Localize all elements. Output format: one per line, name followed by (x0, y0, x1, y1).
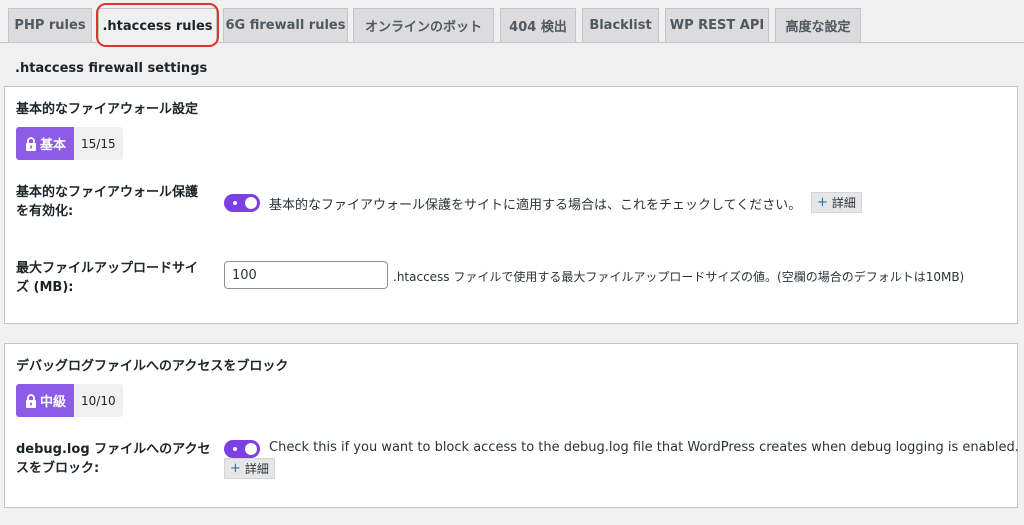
label-line-1: 基本的なファイアウォール保護 (16, 185, 199, 200)
toggle-on-mark (233, 447, 237, 451)
plus-icon: + (230, 461, 241, 476)
label-line-2: スをブロック: (16, 461, 100, 476)
lock-icon (26, 136, 36, 151)
active-tab-highlight (96, 3, 219, 47)
section-title: .htaccess firewall settings (15, 61, 208, 76)
panel-title: デバッグログファイルへのアクセスをブロック (16, 359, 289, 374)
tab-php-rules[interactable]: PHP rules (8, 8, 92, 42)
label-line-2: を有効化: (16, 204, 74, 219)
more-info-label: 詳細 (831, 196, 856, 210)
panel-basic-firewall: 基本的なファイアウォール設定 基本 15/15 基本的なファイアウォール保護 を… (4, 86, 1018, 324)
block-debug-log-label: debug.log ファイルへのアクセ スをブロック: (16, 440, 211, 478)
level-count: 10/10 (74, 384, 123, 417)
more-info-label: 詳細 (244, 462, 269, 476)
panel-block-debug-log: デバッグログファイルへのアクセスをブロック 中級 10/10 debug.log… (4, 343, 1019, 508)
tab-blacklist[interactable]: Blacklist (582, 8, 659, 42)
level-badge: 中級 10/10 (16, 384, 123, 417)
tab-6g-firewall-rules[interactable]: 6G firewall rules (223, 8, 348, 42)
level-badge: 基本 15/15 (16, 127, 123, 160)
tab-bar: PHP rules .htaccess rules 6G firewall ru… (0, 0, 1024, 47)
panel-title: 基本的なファイアウォール設定 (16, 102, 199, 117)
tab-advanced-settings[interactable]: 高度な設定 (775, 8, 861, 42)
tab-404-detection[interactable]: 404 検出 (500, 8, 576, 42)
level-label: 基本 (16, 127, 75, 160)
block-debug-log-toggle[interactable] (224, 440, 260, 458)
max-upload-size-description: .htaccess ファイルで使用する最大ファイルアップロードサイズの値。(空欄… (393, 270, 965, 284)
more-info-button[interactable]: + 詳細 (224, 458, 275, 479)
max-upload-size-input[interactable] (224, 261, 388, 289)
level-count: 15/15 (74, 127, 123, 160)
level-label: 中級 (16, 384, 75, 417)
more-info-button[interactable]: + 詳細 (811, 192, 862, 213)
tab-wp-rest-api[interactable]: WP REST API (665, 8, 769, 42)
block-debug-log-description: Check this if you want to block access t… (269, 440, 1019, 455)
tab-online-bots[interactable]: オンラインのボット (353, 8, 494, 42)
enable-basic-firewall-toggle[interactable] (224, 194, 260, 212)
max-upload-size-label: 最大ファイルアップロードサイ ズ (MB): (16, 259, 198, 297)
level-name: 基本 (40, 138, 67, 153)
plus-icon: + (817, 195, 828, 210)
label-line-1: 最大ファイルアップロードサイ (16, 261, 199, 276)
toggle-on-mark (233, 201, 237, 205)
label-line-1: debug.log ファイルへのアクセ (16, 442, 211, 457)
enable-basic-firewall-description: 基本的なファイアウォール保護をサイトに適用する場合は、これをチェックしてください… (269, 198, 802, 213)
enable-basic-firewall-label: 基本的なファイアウォール保護 を有効化: (16, 183, 198, 221)
toggle-knob (245, 443, 257, 455)
toggle-knob (245, 197, 257, 209)
lock-icon (26, 393, 36, 408)
label-line-2: ズ (MB): (16, 280, 74, 295)
level-name: 中級 (40, 395, 67, 410)
